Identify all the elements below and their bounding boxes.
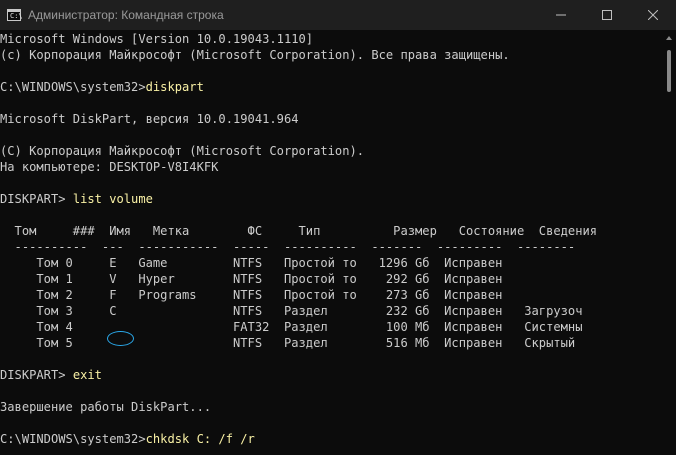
minimize-button[interactable] xyxy=(538,0,584,30)
window-title: Администратор: Командная строка xyxy=(28,8,224,22)
prompt: C:\WINDOWS\system32> xyxy=(0,80,146,94)
console-line: Том ### Имя Метка ФС Тип Размер Состояни… xyxy=(0,224,598,238)
console-line: (c) Корпорация Майкрософт (Microsoft Cor… xyxy=(0,48,510,62)
command-text: chkdsk C: /f /r xyxy=(145,432,255,446)
title-bar[interactable]: C:\ Администратор: Командная строка xyxy=(0,0,676,30)
console-line: ---------- --- ----------- ----- -------… xyxy=(0,240,576,254)
console-line: C:\WINDOWS\system32>diskpart xyxy=(0,79,662,95)
console-line: Microsoft Windows [Version 10.0.19043.11… xyxy=(0,32,314,46)
scroll-up-arrow-icon[interactable] xyxy=(666,36,672,40)
drive-c-highlight xyxy=(107,331,134,346)
vertical-scrollbar[interactable] xyxy=(662,30,676,455)
console-line: DISKPART> exit xyxy=(0,367,662,383)
console-line: Том 3 C NTFS Раздел 232 Gб Исправен Загр… xyxy=(0,304,583,318)
console-line: DISKPART> list volume xyxy=(0,191,662,207)
console-line: Том 2 F Programs NTFS Простой то 273 Gб … xyxy=(0,288,503,302)
console-line: Том 1 V Hyper NTFS Простой то 292 Gб Исп… xyxy=(0,272,503,286)
console-line: C:\WINDOWS\system32>chkdsk C: /f /r xyxy=(0,431,662,447)
minimize-icon xyxy=(556,14,566,16)
console-line: Том 5 NTFS Раздел 516 Мб Исправен Скрыты… xyxy=(0,336,576,350)
console-icon-text: C:\ xyxy=(10,12,23,20)
close-button[interactable] xyxy=(630,0,676,30)
console-icon: C:\ xyxy=(7,9,23,21)
console-line: Том 4 FAT32 Раздел 100 Мб Исправен Систе… xyxy=(0,320,583,334)
window-controls xyxy=(538,0,676,30)
close-icon xyxy=(648,10,658,20)
prompt: DISKPART> xyxy=(0,368,73,382)
command-prompt-window: C:\ Администратор: Командная строка Micr… xyxy=(0,0,676,455)
maximize-button[interactable] xyxy=(584,0,630,30)
prompt: C:\WINDOWS\system32> xyxy=(0,432,146,446)
console-line: Microsoft DiskPart, версия 10.0.19041.96… xyxy=(0,112,299,126)
command-text: list volume xyxy=(72,192,153,206)
command-text: exit xyxy=(72,368,102,382)
console-line: Завершение работы DiskPart... xyxy=(0,400,212,414)
console-output[interactable]: Microsoft Windows [Version 10.0.19043.11… xyxy=(0,30,662,455)
console-line: На компьютере: DESKTOP-V8I4KFK xyxy=(0,160,219,174)
scroll-thumb[interactable] xyxy=(667,50,671,92)
console-line: Том 0 E Game NTFS Простой то 1296 Gб Исп… xyxy=(0,256,503,270)
maximize-icon xyxy=(602,10,612,20)
prompt: DISKPART> xyxy=(0,192,73,206)
command-text: diskpart xyxy=(145,80,204,94)
console-line: (C) Корпорация Майкрософт (Microsoft Cor… xyxy=(0,144,365,158)
